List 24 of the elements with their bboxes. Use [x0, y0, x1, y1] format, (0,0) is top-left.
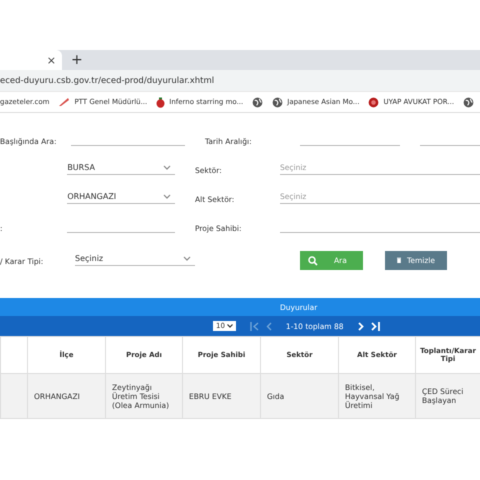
search-icon — [308, 256, 318, 266]
browser-tab[interactable]: × — [0, 50, 62, 70]
first-page-icon[interactable] — [250, 322, 260, 330]
trash-icon — [397, 255, 402, 266]
bookmark-link[interactable] — [463, 96, 474, 108]
strawberry-icon — [156, 96, 166, 108]
quill-icon — [58, 97, 70, 107]
globe-icon — [272, 96, 284, 108]
last-page-icon[interactable] — [370, 322, 380, 330]
globe-icon — [252, 96, 264, 108]
chevron-down-icon — [163, 194, 171, 199]
bookmark-link[interactable] — [252, 96, 264, 108]
globe-icon — [463, 96, 474, 108]
chevron-down-icon — [163, 165, 171, 170]
seal-icon — [368, 96, 380, 108]
dropdown-field[interactable]: BURSA — [67, 161, 175, 175]
caret-icon — [226, 324, 233, 328]
address-bar[interactable]: eced-duyuru.csb.gov.tr/eced-prod/duyurular.xhtml — [0, 70, 480, 92]
previous-page-icon[interactable] — [266, 322, 272, 330]
new-tab-button[interactable]: + — [71, 50, 83, 70]
close-tab-button[interactable]: × — [46, 54, 56, 66]
chevron-down-icon — [183, 256, 191, 261]
next-page-icon[interactable] — [358, 322, 364, 330]
dropdown-field[interactable]: ORHANGAZI — [67, 190, 175, 204]
